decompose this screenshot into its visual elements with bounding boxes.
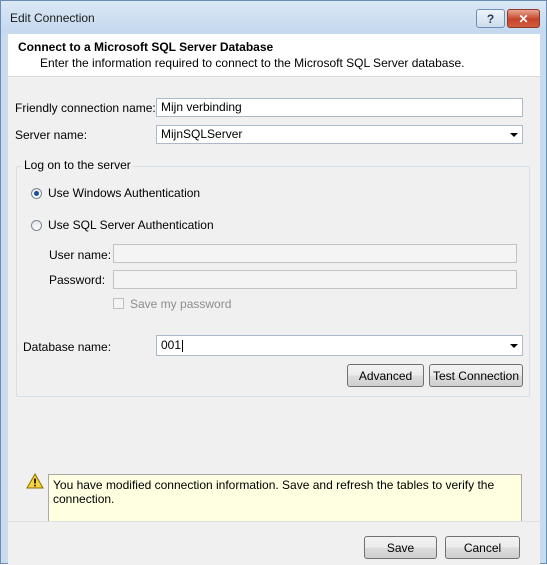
database-name-dropdown[interactable]: 001 <box>156 335 523 356</box>
save-password-label: Save my password <box>130 297 232 311</box>
sql-auth-label[interactable]: Use SQL Server Authentication <box>48 218 214 232</box>
save-password-checkbox[interactable] <box>113 298 124 309</box>
title-bar[interactable]: Edit Connection ? ✕ <box>1 1 546 33</box>
close-button[interactable]: ✕ <box>507 9 540 28</box>
friendly-name-input[interactable]: Mijn verbinding <box>156 98 523 117</box>
warning-message-box: You have modified connection information… <box>48 474 522 527</box>
chevron-down-icon[interactable] <box>510 344 518 348</box>
friendly-name-label: Friendly connection name: <box>15 101 156 115</box>
warning-icon <box>26 473 44 489</box>
server-name-value: MijnSQLServer <box>161 127 243 141</box>
username-label: User name: <box>49 248 112 262</box>
window-title: Edit Connection <box>10 11 95 25</box>
sql-auth-radio[interactable] <box>31 220 42 231</box>
database-name-value: 001 <box>161 338 182 352</box>
warning-message: You have modified connection information… <box>53 478 495 506</box>
server-name-dropdown[interactable]: MijnSQLServer <box>156 125 523 144</box>
cancel-button[interactable]: Cancel <box>445 536 520 559</box>
logon-group-label: Log on to the server <box>22 158 133 172</box>
header-subtitle: Enter the information required to connec… <box>40 56 465 70</box>
dialog-footer: Save Cancel <box>8 521 540 565</box>
username-input[interactable] <box>113 244 517 263</box>
help-icon: ? <box>486 11 495 26</box>
advanced-button[interactable]: Advanced <box>347 364 424 387</box>
test-connection-button[interactable]: Test Connection <box>429 364 523 387</box>
dialog-body: Friendly connection name: Mijn verbindin… <box>8 77 540 527</box>
save-button[interactable]: Save <box>364 536 437 559</box>
edit-connection-dialog: Edit Connection ? ✕ Connect to a Microso… <box>0 0 547 565</box>
header-title: Connect to a Microsoft SQL Server Databa… <box>18 40 274 54</box>
text-cursor <box>182 339 184 352</box>
windows-auth-label[interactable]: Use Windows Authentication <box>48 186 200 200</box>
database-name-label: Database name: <box>23 340 112 354</box>
password-input[interactable] <box>113 270 517 289</box>
windows-auth-radio[interactable] <box>31 188 42 199</box>
help-button[interactable]: ? <box>476 9 505 28</box>
close-icon: ✕ <box>518 11 529 26</box>
server-name-label: Server name: <box>15 128 88 142</box>
dialog-header: Connect to a Microsoft SQL Server Databa… <box>8 34 540 77</box>
chevron-down-icon[interactable] <box>510 133 518 137</box>
password-label: Password: <box>49 273 106 287</box>
